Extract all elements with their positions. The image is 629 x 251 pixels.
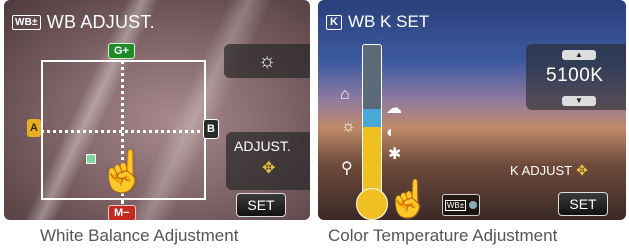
screen-title: K WB K SET bbox=[326, 12, 429, 32]
kelvin-down-button[interactable]: ▼ bbox=[562, 96, 596, 106]
wb-mode-mini-badge: WB± bbox=[444, 199, 467, 211]
caption-right: Color Temperature Adjustment bbox=[328, 226, 558, 245]
touch-drag-icon: ✥ bbox=[576, 162, 588, 178]
amber-axis-label: A bbox=[27, 119, 41, 137]
wb-adjust-screen: WB± WB ADJUST. G+ M− A B ☼ ADJUST. ✥ SET… bbox=[4, 0, 310, 220]
adjust-label: ADJUST. bbox=[234, 138, 291, 154]
kelvin-mode-badge: K bbox=[326, 14, 342, 30]
temp-scale-level bbox=[363, 109, 381, 127]
wb-k-set-title: WB K SET bbox=[347, 12, 430, 31]
thermometer-bulb bbox=[356, 188, 388, 220]
wb-mode-badge: WB± bbox=[12, 15, 41, 30]
touch-drag-icon: ✥ bbox=[262, 160, 276, 177]
caption-left: White Balance Adjustment bbox=[40, 226, 239, 245]
set-button[interactable]: SET bbox=[236, 193, 286, 217]
shade-icon: ◐ bbox=[386, 124, 396, 141]
kelvin-up-button[interactable]: ▲ bbox=[562, 50, 596, 60]
wb-mode-chip[interactable]: WB± bbox=[442, 194, 480, 216]
bulb-icon: ⚲ bbox=[341, 160, 353, 177]
cloud-icon: ☁ bbox=[386, 100, 402, 117]
k-adjust-label: K ADJUST bbox=[510, 163, 573, 178]
screen-title: WB± WB ADJUST. bbox=[12, 12, 155, 33]
adjust-panel[interactable]: ADJUST. ✥ bbox=[226, 132, 310, 190]
camera-icon bbox=[469, 201, 478, 209]
temp-scale-cool-segment bbox=[363, 45, 381, 109]
wb-adjust-title: WB ADJUST. bbox=[46, 12, 155, 32]
sun-icon: ☼ bbox=[341, 118, 356, 135]
home-icon: ⌂ bbox=[340, 86, 350, 103]
kelvin-value: 5100K bbox=[546, 65, 604, 86]
daylight-preset-button[interactable]: ☼ bbox=[224, 44, 310, 78]
temp-scale-warm-segment bbox=[363, 127, 381, 195]
green-axis-label: G+ bbox=[108, 43, 135, 59]
wb-position-cursor[interactable] bbox=[86, 154, 96, 164]
k-adjust-hint[interactable]: K ADJUST ✥ bbox=[510, 162, 588, 179]
color-temperature-slider[interactable] bbox=[362, 44, 382, 196]
sun-icon: ☼ bbox=[257, 49, 277, 72]
kelvin-value-panel: ▲ 5100K ▼ bbox=[526, 44, 626, 110]
bulb-icon: ✱ bbox=[388, 146, 402, 163]
magenta-axis-label: M− bbox=[108, 205, 136, 220]
touch-hand-icon: ☝ bbox=[98, 150, 148, 194]
wb-k-set-screen: K WB K SET ⌂ ☼ ⚲ ☁ ◐ ✱ ▲ 5100K ▼ K ADJUS… bbox=[318, 0, 626, 220]
blue-axis-label: B bbox=[203, 119, 219, 139]
set-button[interactable]: SET bbox=[558, 192, 608, 216]
touch-hand-icon: ☝ bbox=[386, 178, 431, 219]
